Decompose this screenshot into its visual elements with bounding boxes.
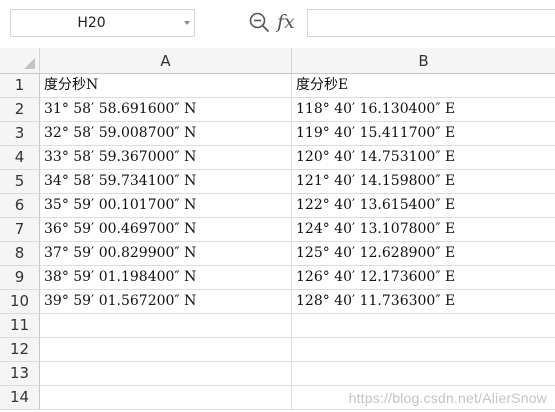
name-box-value: H20 xyxy=(77,15,106,31)
row-header[interactable]: 4 xyxy=(0,146,40,170)
formula-bar: H20 fx xyxy=(0,0,555,48)
column-header-a[interactable]: A xyxy=(40,48,292,74)
fx-icon[interactable]: fx xyxy=(277,9,295,35)
row-header[interactable]: 1 xyxy=(0,74,40,98)
cell-b[interactable]: 126° 40′ 12.173600″ E xyxy=(292,266,555,290)
cell-a[interactable]: 34° 58′ 59.734100″ N xyxy=(40,170,292,194)
cell-a[interactable]: 32° 58′ 59.008700″ N xyxy=(40,122,292,146)
row-header[interactable]: 11 xyxy=(0,314,40,338)
cell-b[interactable] xyxy=(292,338,555,362)
cell-b[interactable]: 度分秒E xyxy=(292,74,555,98)
sheet-grid: A B 1 度分秒N 度分秒E 2 31° 58′ 58.691600″ N 118° 4… xyxy=(0,48,555,412)
cell-b[interactable]: 122° 40′ 13.615400″ E xyxy=(292,194,555,218)
cell-a[interactable]: 31° 58′ 58.691600″ N xyxy=(40,98,292,122)
cell-a[interactable] xyxy=(40,386,292,410)
row-header[interactable]: 9 xyxy=(0,266,40,290)
select-all-corner[interactable] xyxy=(0,48,40,74)
cell-b[interactable]: 120° 40′ 14.753100″ E xyxy=(292,146,555,170)
cell-b[interactable]: 128° 40′ 11.736300″ E xyxy=(292,290,555,314)
row-header[interactable]: 2 xyxy=(0,98,40,122)
cell-a[interactable]: 36° 59′ 00.469700″ N xyxy=(40,218,292,242)
row-header[interactable]: 8 xyxy=(0,242,40,266)
row-header[interactable]: 12 xyxy=(0,338,40,362)
cell-b[interactable]: 119° 40′ 15.411700″ E xyxy=(292,122,555,146)
cell-a[interactable] xyxy=(40,362,292,386)
cell-b[interactable]: 118° 40′ 16.130400″ E xyxy=(292,98,555,122)
cell-a[interactable] xyxy=(40,338,292,362)
formula-input[interactable] xyxy=(307,9,555,37)
cell-b[interactable] xyxy=(292,362,555,386)
row-header[interactable]: 14 xyxy=(0,386,40,410)
cell-b[interactable]: 124° 40′ 13.107800″ E xyxy=(292,218,555,242)
cell-a[interactable]: 35° 59′ 00.101700″ N xyxy=(40,194,292,218)
cell-a[interactable]: 38° 59′ 01.198400″ N xyxy=(40,266,292,290)
row-header[interactable]: 7 xyxy=(0,218,40,242)
row-header[interactable]: 3 xyxy=(0,122,40,146)
row-header[interactable]: 5 xyxy=(0,170,40,194)
column-header-b[interactable]: B xyxy=(292,48,555,74)
cell-b[interactable]: 121° 40′ 14.159800″ E xyxy=(292,170,555,194)
cell-a[interactable]: 39° 59′ 01.567200″ N xyxy=(40,290,292,314)
cell-a[interactable]: 37° 59′ 00.829900″ N xyxy=(40,242,292,266)
watermark: https://blog.csdn.net/AlierSnow xyxy=(348,390,547,406)
zoom-icon[interactable] xyxy=(248,11,270,33)
cell-b[interactable]: 125° 40′ 12.628900″ E xyxy=(292,242,555,266)
select-all-icon xyxy=(24,58,35,69)
cell-a[interactable] xyxy=(40,314,292,338)
row-header[interactable]: 13 xyxy=(0,362,40,386)
row-header[interactable]: 6 xyxy=(0,194,40,218)
name-box[interactable]: H20 xyxy=(10,9,195,37)
row-header[interactable]: 10 xyxy=(0,290,40,314)
chevron-down-icon[interactable] xyxy=(184,21,190,25)
cell-a[interactable]: 度分秒N xyxy=(40,74,292,98)
cell-a[interactable]: 33° 58′ 59.367000″ N xyxy=(40,146,292,170)
cell-b[interactable] xyxy=(292,314,555,338)
